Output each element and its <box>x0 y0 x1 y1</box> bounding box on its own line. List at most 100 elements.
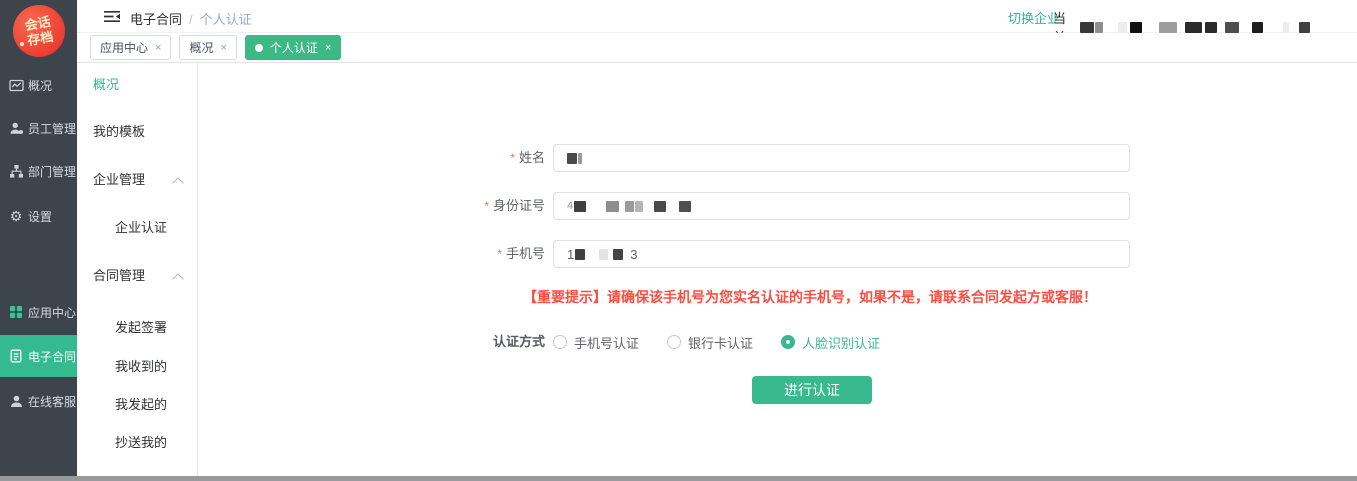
radio-label: 人脸识别认证 <box>802 333 880 352</box>
contract-icon <box>8 348 24 364</box>
app-logo[interactable]: 会话 存档 <box>9 1 69 61</box>
employee-icon <box>8 120 24 136</box>
chevron-up-icon <box>172 177 183 188</box>
sidebar-item-my-templates[interactable]: 我的模板 <box>77 122 197 142</box>
redacted-block <box>1185 22 1202 33</box>
redacted-block <box>575 249 585 260</box>
tab-app-center[interactable]: 应用中心 × <box>90 35 171 60</box>
tab-label: 个人认证 <box>270 39 318 56</box>
rail-item-settings[interactable]: ⚙ 设置 <box>0 196 77 236</box>
sidebar-group-enterprise-mgmt[interactable]: 企业管理 <box>77 170 197 190</box>
rail-item-label: 部门管理 <box>28 163 76 180</box>
sidebar-group-contract-mgmt[interactable]: 合同管理 <box>77 266 197 286</box>
secondary-sidebar: 概况 我的模板 企业管理 企业认证 合同管理 发起签署 我收到的 我发起的 抄送… <box>77 63 198 476</box>
redacted-block <box>613 249 623 260</box>
radio-bankcard-auth[interactable]: 银行卡认证 <box>667 333 753 352</box>
sidebar-group-label: 合同管理 <box>93 268 145 283</box>
rail-item-label: 电子合同 <box>28 348 76 365</box>
logo-line2: 存档 <box>26 29 54 48</box>
sidebar-group-label: 企业管理 <box>93 172 145 187</box>
sidebar-item-overview[interactable]: 概况 <box>77 75 197 95</box>
radio-circle-icon <box>781 335 795 349</box>
redacted-block <box>1252 22 1263 33</box>
redacted-block <box>1225 22 1240 33</box>
phone-input[interactable]: 1 3 <box>553 240 1130 268</box>
required-mark: * <box>510 151 515 165</box>
auth-method-options: 手机号认证 银行卡认证 人脸识别认证 <box>553 328 908 356</box>
breadcrumb-separator: / <box>189 12 193 27</box>
radio-label: 银行卡认证 <box>688 333 753 352</box>
rail-item-label: 设置 <box>28 208 52 225</box>
tab-label: 应用中心 <box>100 39 148 56</box>
start-auth-button[interactable]: 进行认证 <box>752 376 872 404</box>
required-mark: * <box>497 247 502 261</box>
tab-personal-auth[interactable]: 个人认证 × <box>245 35 341 60</box>
redacted-block <box>599 249 608 260</box>
breadcrumb-current: 个人认证 <box>200 12 252 27</box>
redacted-block <box>679 201 691 212</box>
phone-last-digit: 3 <box>630 247 637 262</box>
chevron-up-icon <box>172 273 183 284</box>
id-field-label: *身份证号 <box>198 192 545 220</box>
redacted-block <box>654 201 666 212</box>
rail-item-label: 在线客服 <box>28 393 76 410</box>
rail-item-overview[interactable]: 概况 <box>0 65 77 105</box>
rail-item-e-contract[interactable]: 电子合同 <box>0 335 77 377</box>
rail-item-employees[interactable]: 员工管理 <box>0 108 77 148</box>
app-window: 会话 存档 概况 员工管理 部门管理 ⚙ 设置 <box>0 0 1357 481</box>
rail-item-label: 应用中心 <box>28 304 76 321</box>
radio-circle-icon <box>667 335 681 349</box>
close-icon[interactable]: × <box>325 42 331 54</box>
radio-circle-icon <box>553 335 567 349</box>
redacted-block <box>1283 22 1289 33</box>
redacted-block <box>1118 22 1127 33</box>
tab-label: 概况 <box>189 39 213 56</box>
required-mark: * <box>484 199 489 213</box>
breadcrumb: 电子合同 / 个人认证 <box>130 9 252 28</box>
id-number-input[interactable]: 4 <box>553 192 1130 220</box>
personal-auth-form: *姓名 *身份证号 4 *手机号 1 3 【重要提示】请确保该 <box>198 63 1357 476</box>
redacted-block <box>1130 22 1142 33</box>
redacted-block <box>1095 22 1104 33</box>
redacted-block <box>625 201 634 212</box>
tab-bar: 应用中心 × 概况 × 个人认证 × <box>77 33 1357 63</box>
org-icon <box>8 163 24 179</box>
close-icon[interactable]: × <box>155 42 161 54</box>
rail-item-label: 概况 <box>28 77 52 94</box>
sidebar-item-cc-to-me[interactable]: 抄送我的 <box>77 433 197 453</box>
tab-overview[interactable]: 概况 × <box>179 35 236 60</box>
rail-item-app-center[interactable]: 应用中心 <box>0 292 77 332</box>
redacted-block <box>574 201 586 212</box>
name-input[interactable] <box>553 144 1130 172</box>
redacted-block <box>635 201 643 212</box>
sidebar-item-enterprise-auth[interactable]: 企业认证 <box>77 218 197 238</box>
active-tab-dot-icon <box>255 44 263 52</box>
redacted-block <box>1080 22 1094 33</box>
rail-item-departments[interactable]: 部门管理 <box>0 151 77 191</box>
rail-item-label: 员工管理 <box>28 120 76 137</box>
sidebar-item-received[interactable]: 我收到的 <box>77 357 197 377</box>
breadcrumb-root[interactable]: 电子合同 <box>130 12 182 27</box>
collapse-menu-icon[interactable] <box>103 9 121 29</box>
name-field-label: *姓名 <box>198 144 545 172</box>
sidebar-item-initiated[interactable]: 我发起的 <box>77 395 197 415</box>
redacted-block <box>1159 22 1177 33</box>
rail-item-online-support[interactable]: 在线客服 <box>0 381 77 421</box>
sidebar-item-initiate-signing[interactable]: 发起签署 <box>77 318 197 338</box>
id-first-char: 4 <box>567 200 573 212</box>
chart-icon <box>8 77 24 93</box>
redacted-block <box>606 201 619 212</box>
redacted-block <box>1205 22 1217 33</box>
redacted-block <box>578 153 582 164</box>
close-icon[interactable]: × <box>220 42 226 54</box>
radio-label: 手机号认证 <box>574 333 639 352</box>
radio-face-auth[interactable]: 人脸识别认证 <box>781 333 880 352</box>
primary-sidebar: 会话 存档 概况 员工管理 部门管理 ⚙ 设置 <box>0 0 77 481</box>
logo-dot <box>20 42 25 47</box>
support-icon <box>8 393 24 409</box>
radio-phone-auth[interactable]: 手机号认证 <box>553 333 639 352</box>
phone-field-label: *手机号 <box>198 240 545 268</box>
redacted-block <box>567 153 577 164</box>
important-notice: 【重要提示】请确保该手机号为您实名认证的手机号，如果不是，请联系合同发起方或客服… <box>310 287 1310 307</box>
horizontal-scrollbar[interactable] <box>0 476 1357 481</box>
